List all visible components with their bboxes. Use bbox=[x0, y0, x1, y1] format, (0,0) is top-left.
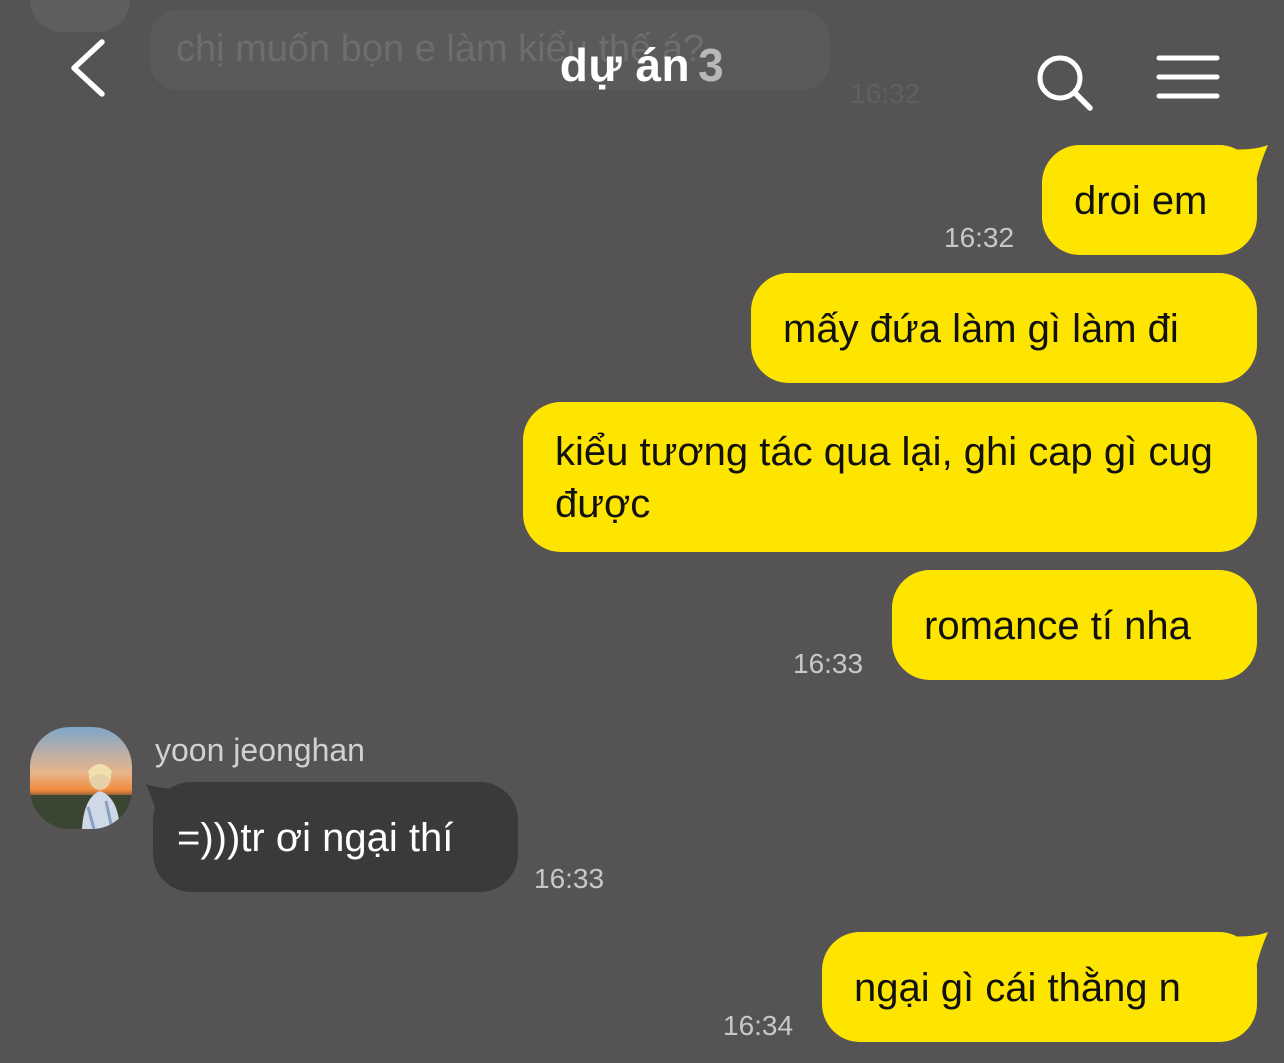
bubble-tail bbox=[1226, 145, 1268, 181]
message-bubble-outgoing[interactable]: droi em bbox=[1042, 145, 1257, 255]
chat-room-name: dự án bbox=[559, 39, 691, 91]
message-text: romance tí nha bbox=[924, 604, 1191, 648]
message-bubble-outgoing[interactable]: romance tí nha bbox=[892, 570, 1257, 680]
message-bubble-outgoing[interactable]: kiểu tương tác qua lại, ghi cap gì cug đ… bbox=[523, 402, 1257, 552]
search-button[interactable] bbox=[1034, 52, 1096, 114]
message-bubble-incoming[interactable]: =)))tr ơi ngại thí bbox=[153, 782, 518, 892]
chat-header: dự án 3 bbox=[0, 0, 1284, 135]
message-time: 16:34 bbox=[723, 1010, 794, 1041]
message-bubble-outgoing[interactable]: ngại gì cái thằng n bbox=[822, 932, 1257, 1042]
sender-name: yoon jeonghan bbox=[155, 732, 365, 768]
message-text: =)))tr ơi ngại thí bbox=[177, 816, 454, 860]
chat-screen: chị muốn bọn e làm kiểu thế á? 16:32 dự … bbox=[0, 0, 1284, 1063]
message-text: ngại gì cái thằng n bbox=[854, 966, 1181, 1010]
message-time: 16:33 bbox=[793, 648, 864, 679]
hamburger-menu-icon bbox=[1156, 55, 1220, 99]
message-text: droi em bbox=[1074, 179, 1208, 223]
message-text: mấy đứa làm gì làm đi bbox=[783, 307, 1179, 351]
message-text: kiểu tương tác qua lại, ghi cap gì cug đ… bbox=[555, 430, 1213, 526]
member-count: 3 bbox=[698, 39, 725, 91]
message-time: 16:33 bbox=[534, 863, 605, 894]
message-bubble-outgoing[interactable]: mấy đứa làm gì làm đi bbox=[751, 273, 1257, 383]
menu-button[interactable] bbox=[1156, 54, 1220, 100]
bubble-tail bbox=[1226, 932, 1268, 968]
message-time: 16:32 bbox=[944, 222, 1015, 253]
profile-photo bbox=[30, 727, 132, 829]
sender-avatar[interactable] bbox=[30, 727, 132, 829]
search-icon bbox=[1037, 55, 1093, 111]
